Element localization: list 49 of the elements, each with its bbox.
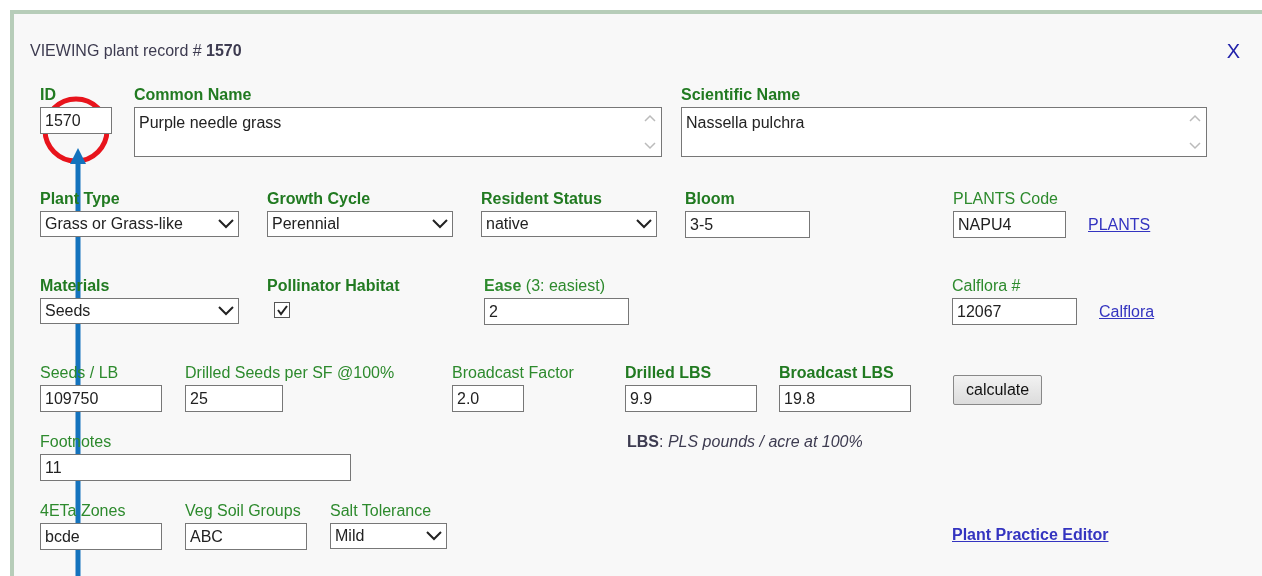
dropdown[interactable]: Mild [330,523,447,549]
field-label: Bloom [685,190,735,208]
input-field[interactable]: 109750 [40,385,162,412]
text-area[interactable]: Nassella pulchra [681,107,1207,157]
close-link[interactable]: X [1226,36,1240,66]
field-label: Resident Status [481,190,602,208]
field-label: Growth Cycle [267,190,371,208]
input-field[interactable]: 1570 [40,107,112,134]
checkbox[interactable] [274,302,290,318]
field-label: Pollinator Habitat [267,277,400,295]
input-field[interactable]: NAPU4 [953,211,1066,238]
chevron-down-icon [432,219,448,229]
dialog-title: VIEWING plant record # 1570 [30,41,242,61]
chevron-down-icon [218,306,234,316]
dropdown[interactable]: native [481,211,657,237]
field-label: Calflora # [952,277,1021,295]
field-label: Drilled LBS [625,364,712,382]
input-field[interactable]: 2 [484,298,629,325]
external-link[interactable]: Calflora [1099,299,1155,324]
text-area[interactable]: Purple needle grass [134,107,662,157]
input-field[interactable]: bcde [40,523,162,550]
field-label: Scientific Name [681,86,801,104]
input-field[interactable]: 2.0 [452,385,524,412]
input-field[interactable]: 12067 [952,298,1077,325]
chevron-down-icon [636,219,652,229]
field-label: Salt Tolerance [330,502,432,520]
dropdown[interactable]: Perennial [267,211,453,237]
input-field[interactable]: 25 [185,385,283,412]
editor-link[interactable]: Plant Practice Editor [952,526,1109,543]
field-label: ID [40,86,56,104]
dropdown[interactable]: Seeds [40,298,239,324]
input-field[interactable]: 9.9 [625,385,757,412]
chevron-down-icon [426,531,442,541]
field-label: PLANTS Code [953,190,1058,208]
input-field[interactable]: 11 [40,454,351,481]
input-field[interactable]: 19.8 [779,385,911,412]
chevron-down-icon [218,219,234,229]
external-link[interactable]: PLANTS [1088,212,1151,237]
field-label: Ease (3: easiest) [484,277,605,295]
field-label: Broadcast Factor [452,364,574,382]
legend-note: LBS: PLS pounds / acre at 100% [627,433,863,450]
input-field[interactable]: 3-5 [685,211,810,238]
calculate-button[interactable]: calculate [953,375,1043,405]
input-field[interactable]: ABC [185,523,307,550]
field-label: Common Name [134,86,252,104]
field-label: Broadcast LBS [779,364,894,382]
field-label: Veg Soil Groups [185,502,301,520]
field-label: Drilled Seeds per SF @100% [185,364,395,382]
dropdown[interactable]: Grass or Grass-like [40,211,239,237]
